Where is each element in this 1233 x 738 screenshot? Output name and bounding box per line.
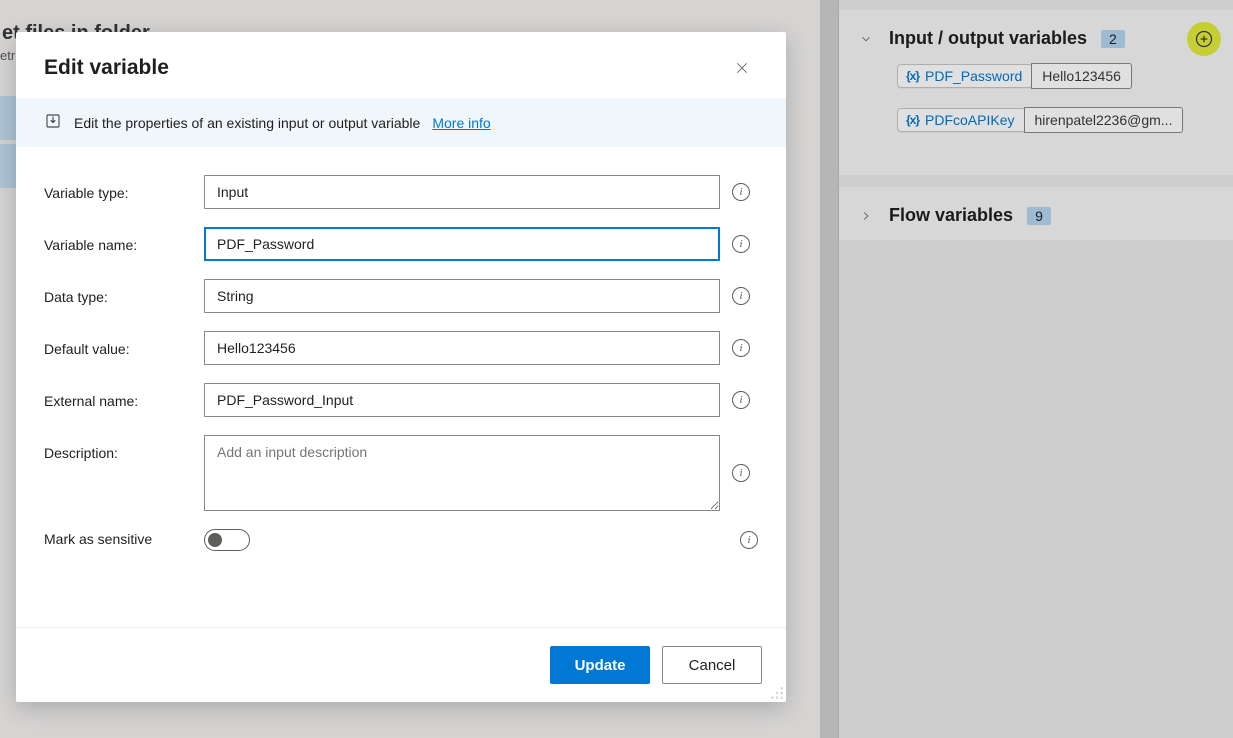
import-icon <box>44 112 62 133</box>
input-data-type[interactable] <box>204 279 720 313</box>
cancel-button[interactable]: Cancel <box>662 646 762 684</box>
info-icon[interactable]: i <box>732 339 750 357</box>
dialog-header: Edit variable <box>16 32 786 98</box>
info-icon[interactable]: i <box>732 391 750 409</box>
label-variable-type: Variable type: <box>44 175 204 201</box>
label-variable-name: Variable name: <box>44 227 204 253</box>
info-bar: Edit the properties of an existing input… <box>16 98 786 147</box>
edit-variable-dialog: Edit variable Edit the properties of an … <box>16 32 786 702</box>
input-default-value[interactable] <box>204 331 720 365</box>
update-button[interactable]: Update <box>550 646 650 684</box>
input-variable-type[interactable] <box>204 175 720 209</box>
toggle-sensitive[interactable] <box>204 529 250 551</box>
label-sensitive: Mark as sensitive <box>44 529 204 547</box>
info-icon[interactable]: i <box>732 235 750 253</box>
label-data-type: Data type: <box>44 279 204 305</box>
info-icon[interactable]: i <box>732 287 750 305</box>
input-description[interactable] <box>204 435 720 511</box>
dialog-body: Variable type: i Variable name: i Data t… <box>16 147 786 627</box>
input-variable-name[interactable] <box>204 227 720 261</box>
more-info-link[interactable]: More info <box>432 115 490 131</box>
label-description: Description: <box>44 435 204 461</box>
close-button[interactable] <box>726 52 758 84</box>
dialog-title: Edit variable <box>44 56 169 80</box>
label-default-value: Default value: <box>44 331 204 357</box>
dialog-footer: Update Cancel <box>16 627 786 702</box>
resize-grip-icon[interactable] <box>770 686 784 700</box>
input-external-name[interactable] <box>204 383 720 417</box>
info-text: Edit the properties of an existing input… <box>74 115 420 131</box>
info-icon[interactable]: i <box>740 531 758 549</box>
info-icon[interactable]: i <box>732 183 750 201</box>
label-external-name: External name: <box>44 383 204 409</box>
info-icon[interactable]: i <box>732 464 750 482</box>
